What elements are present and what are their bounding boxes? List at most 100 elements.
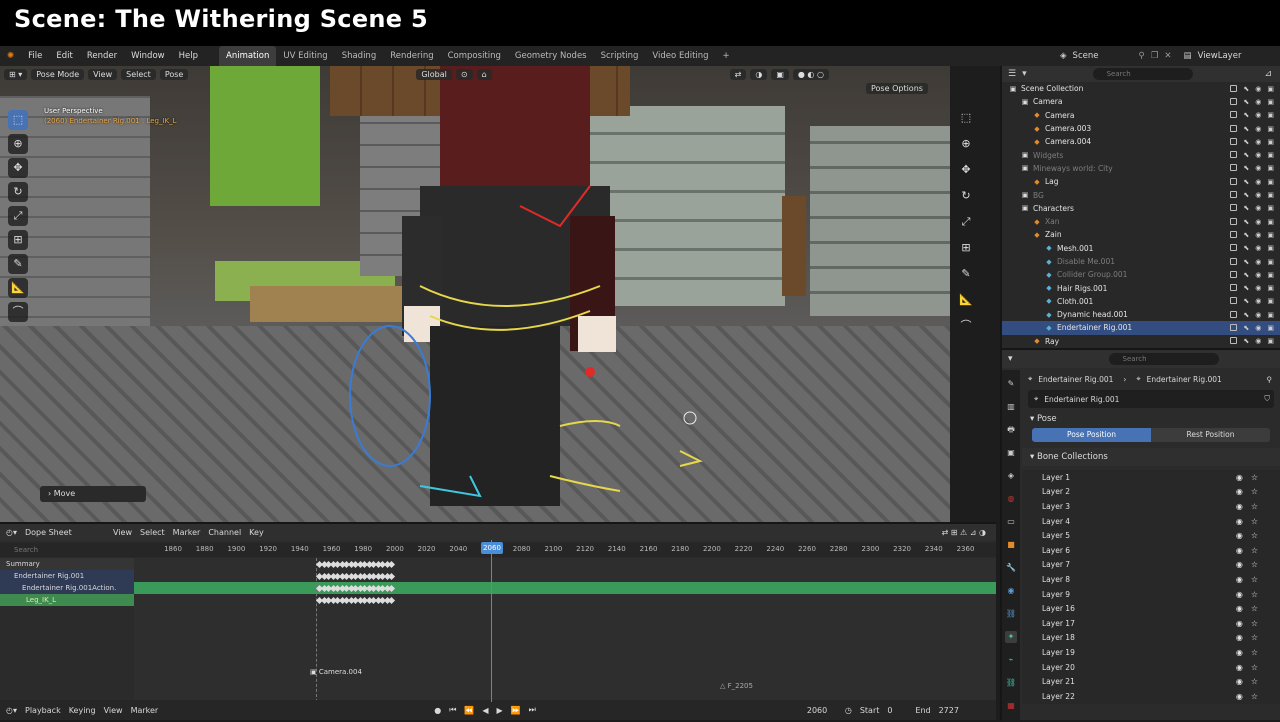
keyframe[interactable] [387,560,396,569]
pivot-icon[interactable]: ⊙ [455,68,473,80]
visibility-toggles[interactable]: ⬉ ◉ ▣ [1230,164,1274,172]
dope-menu-channel[interactable]: Channel [208,528,241,537]
select-icon[interactable]: ⬉ [1243,231,1249,239]
tab-scripting[interactable]: Scripting [594,46,646,66]
tool-tab-icon[interactable]: ✎ [1005,378,1017,390]
render-icon[interactable]: ▣ [1267,98,1274,106]
exclude-checkbox[interactable] [1230,284,1238,292]
viewport-menu-view[interactable]: View [88,68,118,80]
eye-icon[interactable]: ◉ [1255,85,1261,93]
eye-icon[interactable]: ◉ [1255,337,1261,345]
channel-summary[interactable]: Summary [0,558,134,570]
channel-action[interactable]: Endertainer Rig.001Action. [0,582,134,594]
select-icon[interactable]: ⬉ [1243,311,1249,319]
exclude-checkbox[interactable] [1230,164,1238,172]
zoom-icon[interactable]: ↻ [956,186,976,206]
play-reverse-icon[interactable]: ◀ [482,706,488,715]
render-icon[interactable]: ▣ [1267,271,1274,279]
bone-collection-item[interactable]: Layer 6 ◉ ☆ [1022,543,1280,558]
visibility-toggles[interactable]: ⬉ ◉ ▣ [1230,337,1274,345]
eye-icon[interactable]: ◉ [1255,98,1261,106]
pan-icon[interactable]: ✥ [956,160,976,180]
bone-collection-icons[interactable]: ◉ ☆ [1236,560,1258,569]
rest-position-button[interactable]: Rest Position [1151,428,1270,442]
eye-icon[interactable]: ◉ [1236,473,1243,482]
bone-collection-item[interactable]: Layer 1 ◉ ☆ [1022,470,1280,485]
world-tab-icon[interactable]: ◍ [1005,493,1017,505]
snap-icon[interactable]: ⌂ [476,68,492,80]
select-icon[interactable]: ⬉ [1243,258,1249,266]
render-icon[interactable]: ▣ [1267,151,1274,159]
render-icon[interactable]: ▣ [1267,337,1274,345]
fake-user-shield-icon[interactable]: ⛉ [1264,394,1270,404]
marker-f[interactable]: △ F_2205 [720,682,753,690]
eye-icon[interactable]: ◉ [1255,204,1261,212]
dope-menu-key[interactable]: Key [249,528,264,537]
visibility-toggles[interactable]: ⬉ ◉ ▣ [1230,204,1274,212]
menu-edit[interactable]: Edit [49,51,79,61]
select-icon[interactable]: ⬉ [1243,85,1249,93]
render-icon[interactable]: ▣ [1267,324,1274,332]
render-icon[interactable]: ▣ [1267,164,1274,172]
mode-select[interactable]: Pose Mode [31,68,85,80]
eye-icon[interactable]: ◉ [1236,531,1243,540]
view-layer-name[interactable]: ViewLayer [1198,51,1242,61]
bone-collection-item[interactable]: Layer 20 ◉ ☆ [1022,660,1280,675]
star-icon[interactable]: ☆ [1251,575,1258,584]
pin-icon[interactable]: ⚲ [1267,375,1273,384]
playback-menu[interactable]: Playback [25,706,61,715]
scene-tab-icon[interactable]: ◈ [1005,470,1017,482]
new-scene-icon[interactable]: ❐ [1151,51,1159,61]
outliner-row[interactable]: ▣ BG ⬉ ◉ ▣ [1002,188,1280,201]
bone-collection-icons[interactable]: ◉ ☆ [1236,502,1258,511]
bone-collection-icons[interactable]: ◉ ☆ [1236,575,1258,584]
bone-collection-item[interactable]: Layer 9 ◉ ☆ [1022,587,1280,602]
exclude-checkbox[interactable] [1230,310,1238,318]
exclude-checkbox[interactable] [1230,111,1238,119]
clock-icon[interactable]: ◷ [845,706,852,715]
render-icon[interactable]: ▣ [1267,297,1274,305]
exclude-checkbox[interactable] [1230,230,1238,238]
tab-rendering[interactable]: Rendering [383,46,440,66]
select-icon[interactable]: ⬉ [1243,271,1249,279]
eye-icon[interactable]: ◉ [1236,677,1243,686]
eye-icon[interactable]: ◉ [1255,125,1261,133]
star-icon[interactable]: ☆ [1251,633,1258,642]
star-icon[interactable]: ☆ [1251,677,1258,686]
auto-keying-icon[interactable]: ● [434,706,441,715]
walk-icon[interactable]: ⌒ [956,316,976,336]
playhead-line[interactable] [491,540,492,702]
eye-icon[interactable]: ◉ [1255,244,1261,252]
bone-collection-item[interactable]: Layer 17 ◉ ☆ [1022,616,1280,631]
overlay-icon[interactable]: ◑ [750,68,768,80]
exclude-checkbox[interactable] [1230,151,1238,159]
render-icon[interactable]: ▣ [1267,204,1274,212]
channel-leg-ik[interactable]: Leg_IK_L [0,594,134,606]
select-icon[interactable]: ⬉ [1243,178,1249,186]
prev-keyframe-icon[interactable]: ⏪ [464,706,474,715]
bone-collection-item[interactable]: Layer 16 ◉ ☆ [1022,601,1280,616]
star-icon[interactable]: ☆ [1251,517,1258,526]
star-icon[interactable]: ☆ [1251,604,1258,613]
toggle-camera-icon[interactable]: ⬚ [956,108,976,128]
tab-uv-editing[interactable]: UV Editing [276,46,334,66]
marker-camera[interactable]: ▣ Camera.004 [310,668,362,676]
visibility-toggles[interactable]: ⬉ ◉ ▣ [1230,124,1274,133]
eye-icon[interactable]: ◉ [1255,231,1261,239]
armature-data-tab-icon[interactable]: ✦ [1005,631,1017,643]
armature-name-field[interactable]: ⌖ Endertainer Rig.001 ⛉ [1028,390,1274,408]
star-icon[interactable]: ☆ [1251,590,1258,599]
render-icon[interactable]: ▣ [1267,284,1274,292]
star-icon[interactable]: ☆ [1251,560,1258,569]
visibility-toggles[interactable]: ⬉ ◉ ▣ [1230,257,1274,266]
scale-tool-icon[interactable]: ⤢ [8,206,28,226]
keyframe-area[interactable]: ▣ Camera.004 △ F_2205 [134,558,996,702]
dope-mode-select[interactable]: Dope Sheet [25,528,105,537]
menu-window[interactable]: Window [124,51,172,61]
select-icon[interactable]: ⬉ [1243,191,1249,199]
outliner-row[interactable]: ◆ Collider Group.001 ⬉ ◉ ▣ [1002,268,1280,281]
exclude-checkbox[interactable] [1230,297,1238,305]
channel-search-input[interactable]: Search [0,543,134,557]
marker-menu[interactable]: Marker [131,706,159,715]
star-icon[interactable]: ☆ [1251,648,1258,657]
